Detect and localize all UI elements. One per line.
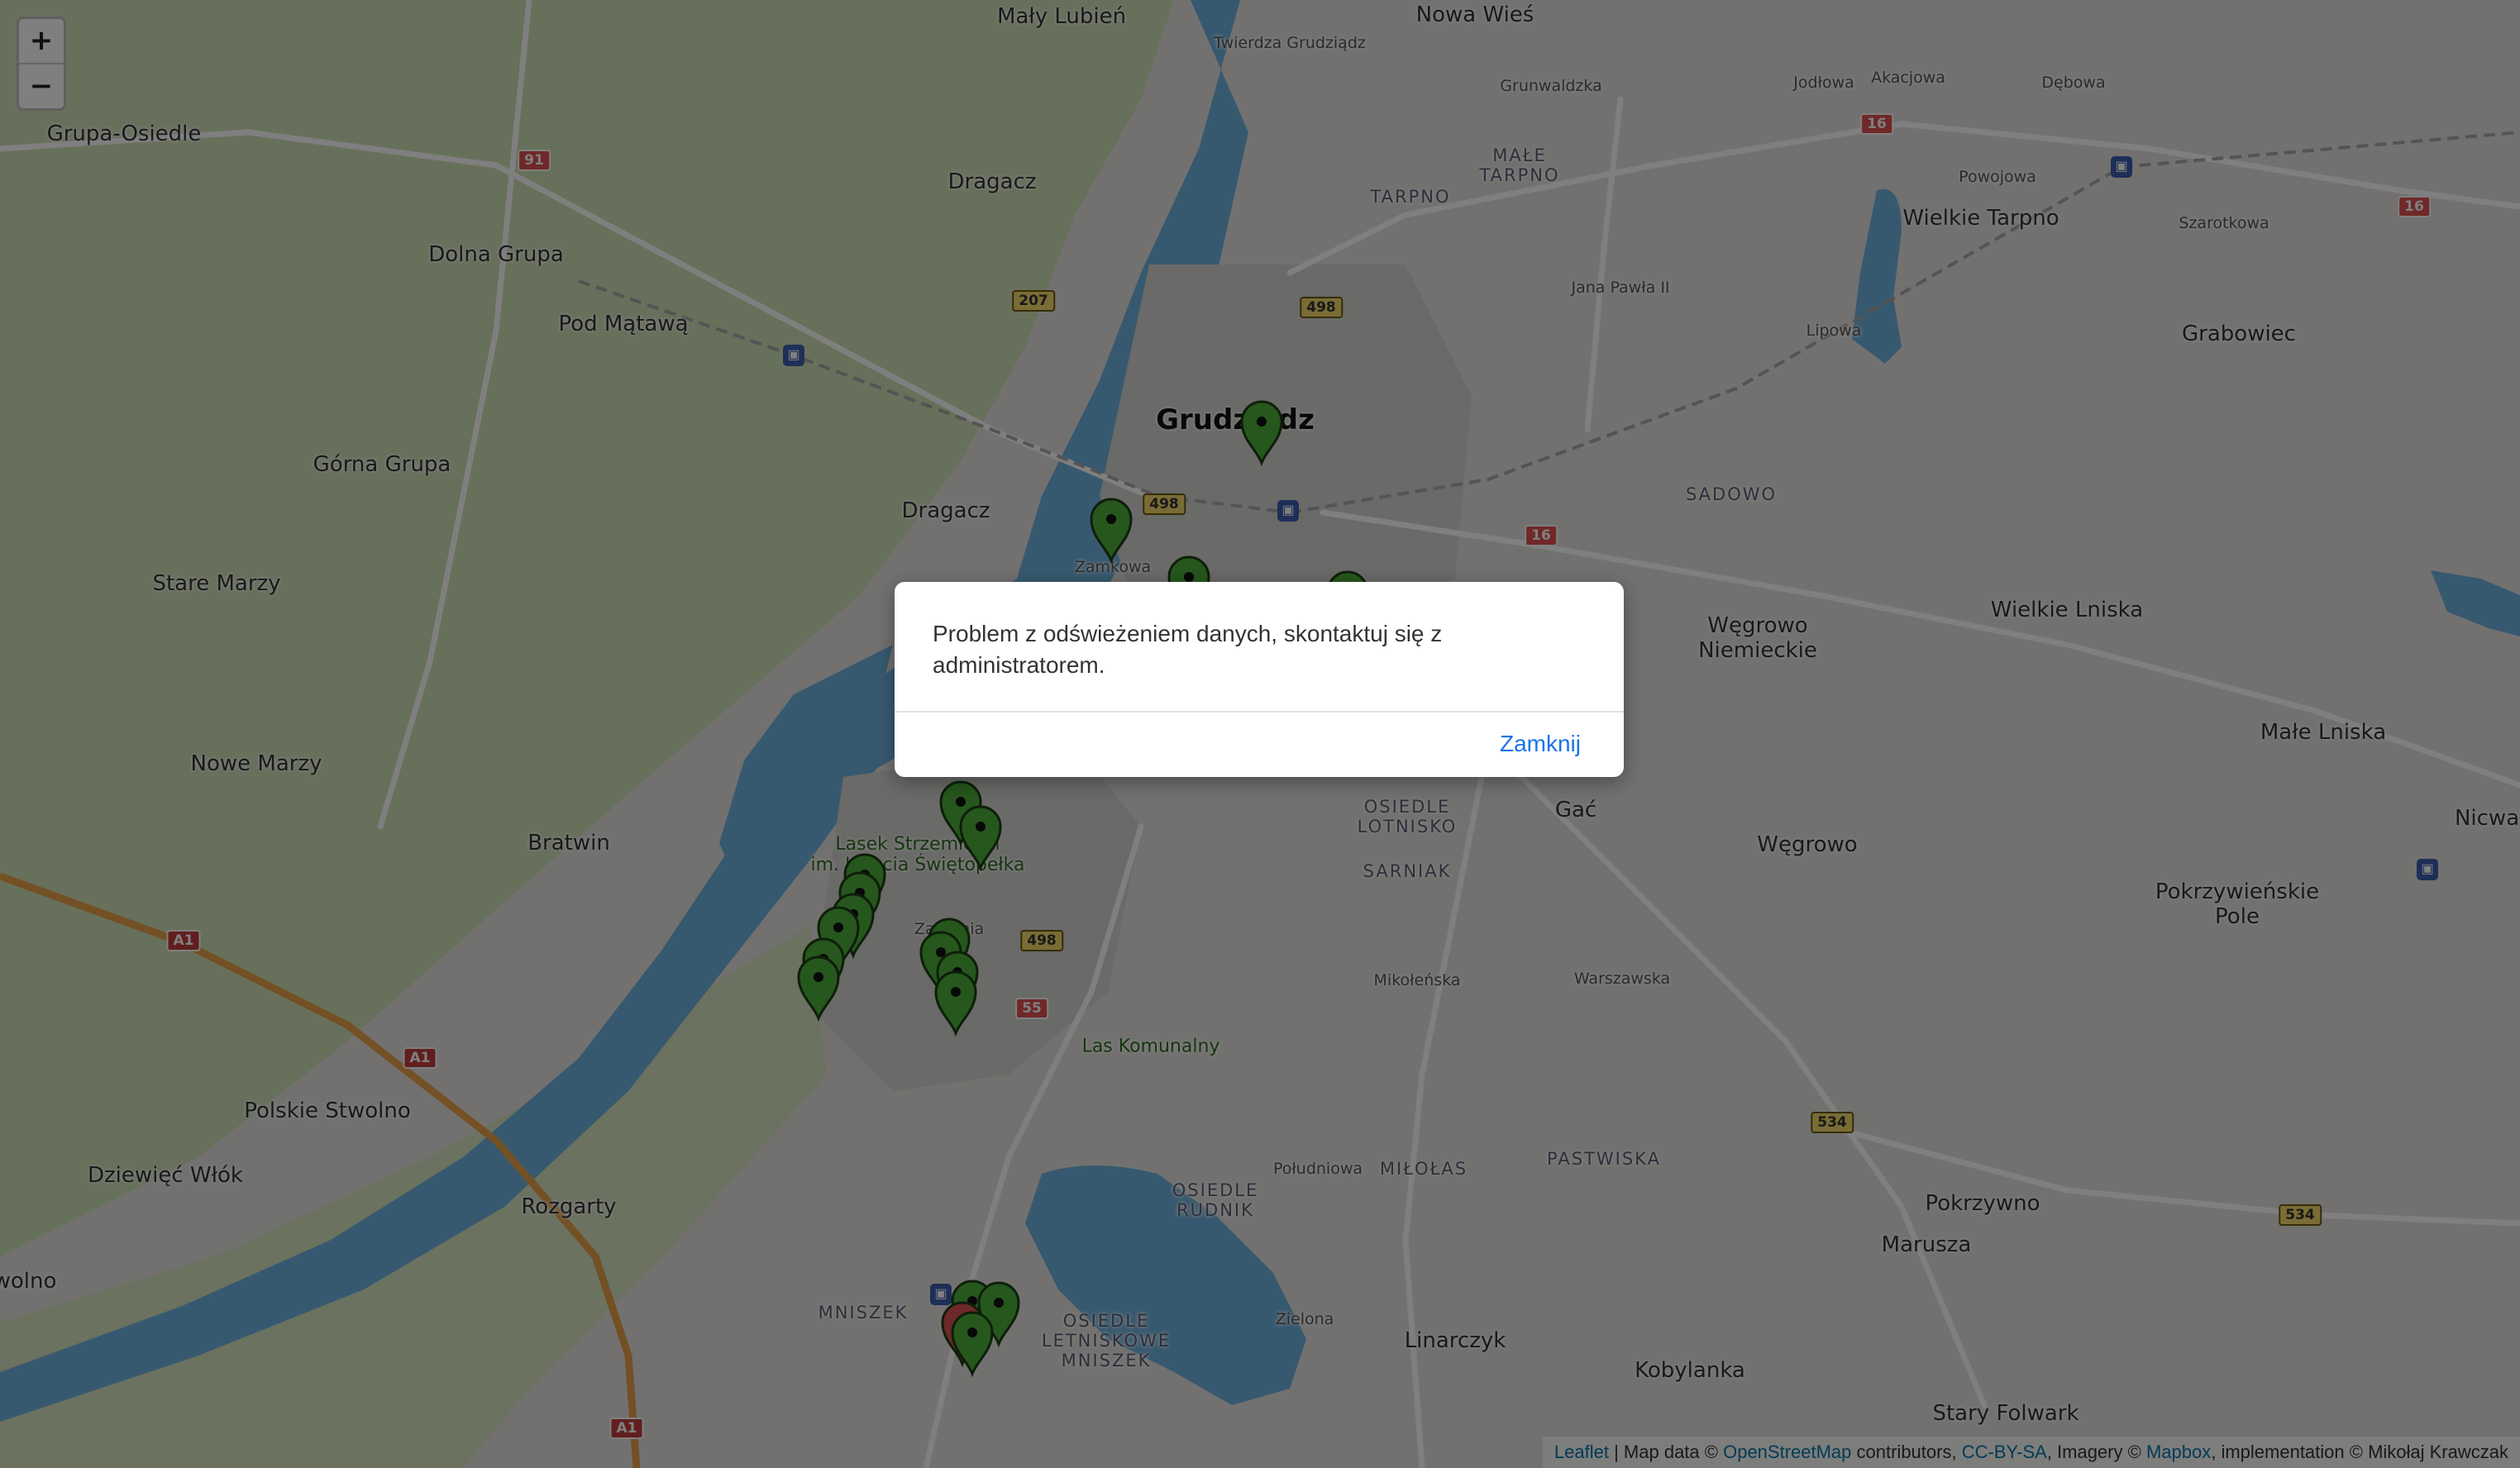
error-message: Problem z odświeżeniem danych, skontaktu…	[933, 621, 1443, 678]
error-dialog: Problem z odświeżeniem danych, skontaktu…	[895, 582, 1624, 777]
dialog-footer: Zamknij	[895, 711, 1624, 777]
close-button[interactable]: Zamknij	[1500, 731, 1581, 757]
